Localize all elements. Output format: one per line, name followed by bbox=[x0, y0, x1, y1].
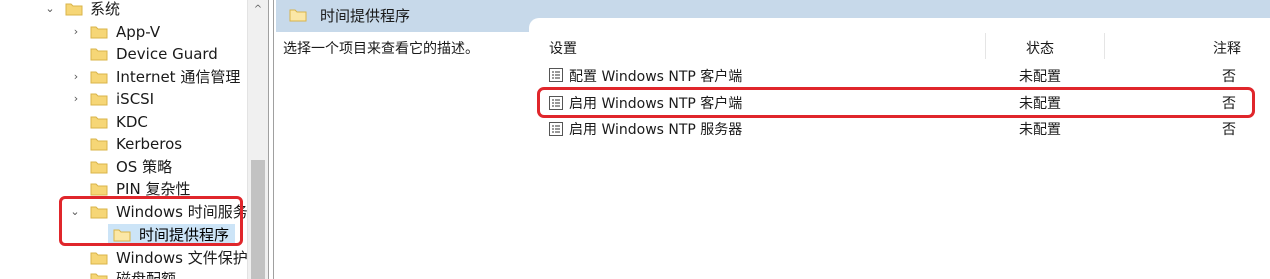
annotation-highlight-box bbox=[59, 196, 243, 246]
group-policy-window: ⌄ 系统 › App-V Device Guard › Internet 通信管… bbox=[0, 0, 1270, 279]
folder-icon bbox=[90, 272, 108, 279]
tree-scrollbar[interactable]: ^ bbox=[247, 0, 268, 279]
folder-icon bbox=[90, 25, 108, 39]
tree-item-label: Windows 文件保护 bbox=[116, 249, 247, 267]
tree-item-windows-file-protection[interactable]: Windows 文件保护 bbox=[0, 247, 247, 269]
tree-item-app-v[interactable]: › App-V bbox=[0, 21, 247, 43]
setting-name: 启用 Windows NTP 服务器 bbox=[569, 122, 743, 138]
setting-comment: 否 bbox=[1222, 122, 1236, 138]
annotation-highlight-box bbox=[537, 87, 1255, 118]
column-header-setting[interactable]: 设置 bbox=[549, 38, 577, 58]
folder-icon bbox=[90, 115, 108, 129]
setting-status: 未配置 bbox=[1019, 69, 1061, 85]
details-title: 时间提供程序 bbox=[320, 7, 411, 25]
tree-item-label: Internet 通信管理 bbox=[116, 68, 241, 86]
tree-item-label: KDC bbox=[116, 113, 148, 131]
tree-item-system[interactable]: ⌄ 系统 bbox=[0, 0, 247, 20]
tree-item-label: OS 策略 bbox=[116, 158, 173, 176]
setting-comment: 否 bbox=[1222, 69, 1236, 85]
column-header-status[interactable]: 状态 bbox=[1026, 38, 1054, 58]
tree-item-device-guard[interactable]: Device Guard bbox=[0, 43, 247, 65]
folder-icon bbox=[90, 92, 108, 106]
tree-item-label: 磁盘配额 bbox=[116, 270, 177, 279]
column-divider[interactable] bbox=[985, 33, 986, 59]
scrollbar-thumb[interactable] bbox=[251, 160, 265, 279]
column-divider[interactable] bbox=[1104, 33, 1105, 59]
settings-list-panel bbox=[529, 18, 1270, 279]
chevron-right-icon[interactable]: › bbox=[70, 66, 82, 88]
tree-item-kdc[interactable]: KDC bbox=[0, 111, 247, 133]
policy-setting-icon bbox=[549, 122, 563, 136]
scroll-up-arrow-icon[interactable]: ^ bbox=[248, 0, 268, 20]
tree-item-kerberos[interactable]: Kerberos bbox=[0, 133, 247, 155]
tree-item-label: Kerberos bbox=[116, 135, 183, 153]
pane-splitter[interactable] bbox=[268, 0, 274, 279]
setting-status: 未配置 bbox=[1019, 122, 1061, 138]
chevron-down-icon[interactable]: ⌄ bbox=[44, 0, 56, 20]
tree-item-disk-quotas[interactable]: 磁盘配额 bbox=[0, 268, 247, 279]
chevron-right-icon[interactable]: › bbox=[70, 88, 82, 110]
policy-setting-icon bbox=[549, 68, 563, 82]
setting-name: 配置 Windows NTP 客户端 bbox=[569, 69, 743, 85]
chevron-right-icon[interactable]: › bbox=[70, 21, 82, 43]
tree-item-label: 系统 bbox=[90, 0, 121, 18]
folder-icon bbox=[90, 182, 108, 196]
folder-icon bbox=[90, 70, 108, 84]
folder-icon bbox=[90, 137, 108, 151]
folder-icon bbox=[90, 251, 108, 265]
folder-icon bbox=[289, 8, 307, 26]
tree-item-iscsi[interactable]: › iSCSI bbox=[0, 88, 247, 110]
tree-item-label: App-V bbox=[116, 23, 161, 41]
navigation-tree: ⌄ 系统 › App-V Device Guard › Internet 通信管… bbox=[0, 0, 247, 279]
tree-item-internet-communication[interactable]: › Internet 通信管理 bbox=[0, 66, 247, 88]
folder-icon bbox=[90, 47, 108, 61]
column-header-comment[interactable]: 注释 bbox=[1213, 38, 1241, 58]
tree-item-label: iSCSI bbox=[116, 90, 155, 108]
tree-item-label: Device Guard bbox=[116, 45, 218, 63]
description-text: 选择一个项目来查看它的描述。 bbox=[283, 41, 479, 57]
folder-icon bbox=[65, 2, 83, 16]
tree-item-os-policy[interactable]: OS 策略 bbox=[0, 156, 247, 178]
folder-icon bbox=[90, 160, 108, 174]
